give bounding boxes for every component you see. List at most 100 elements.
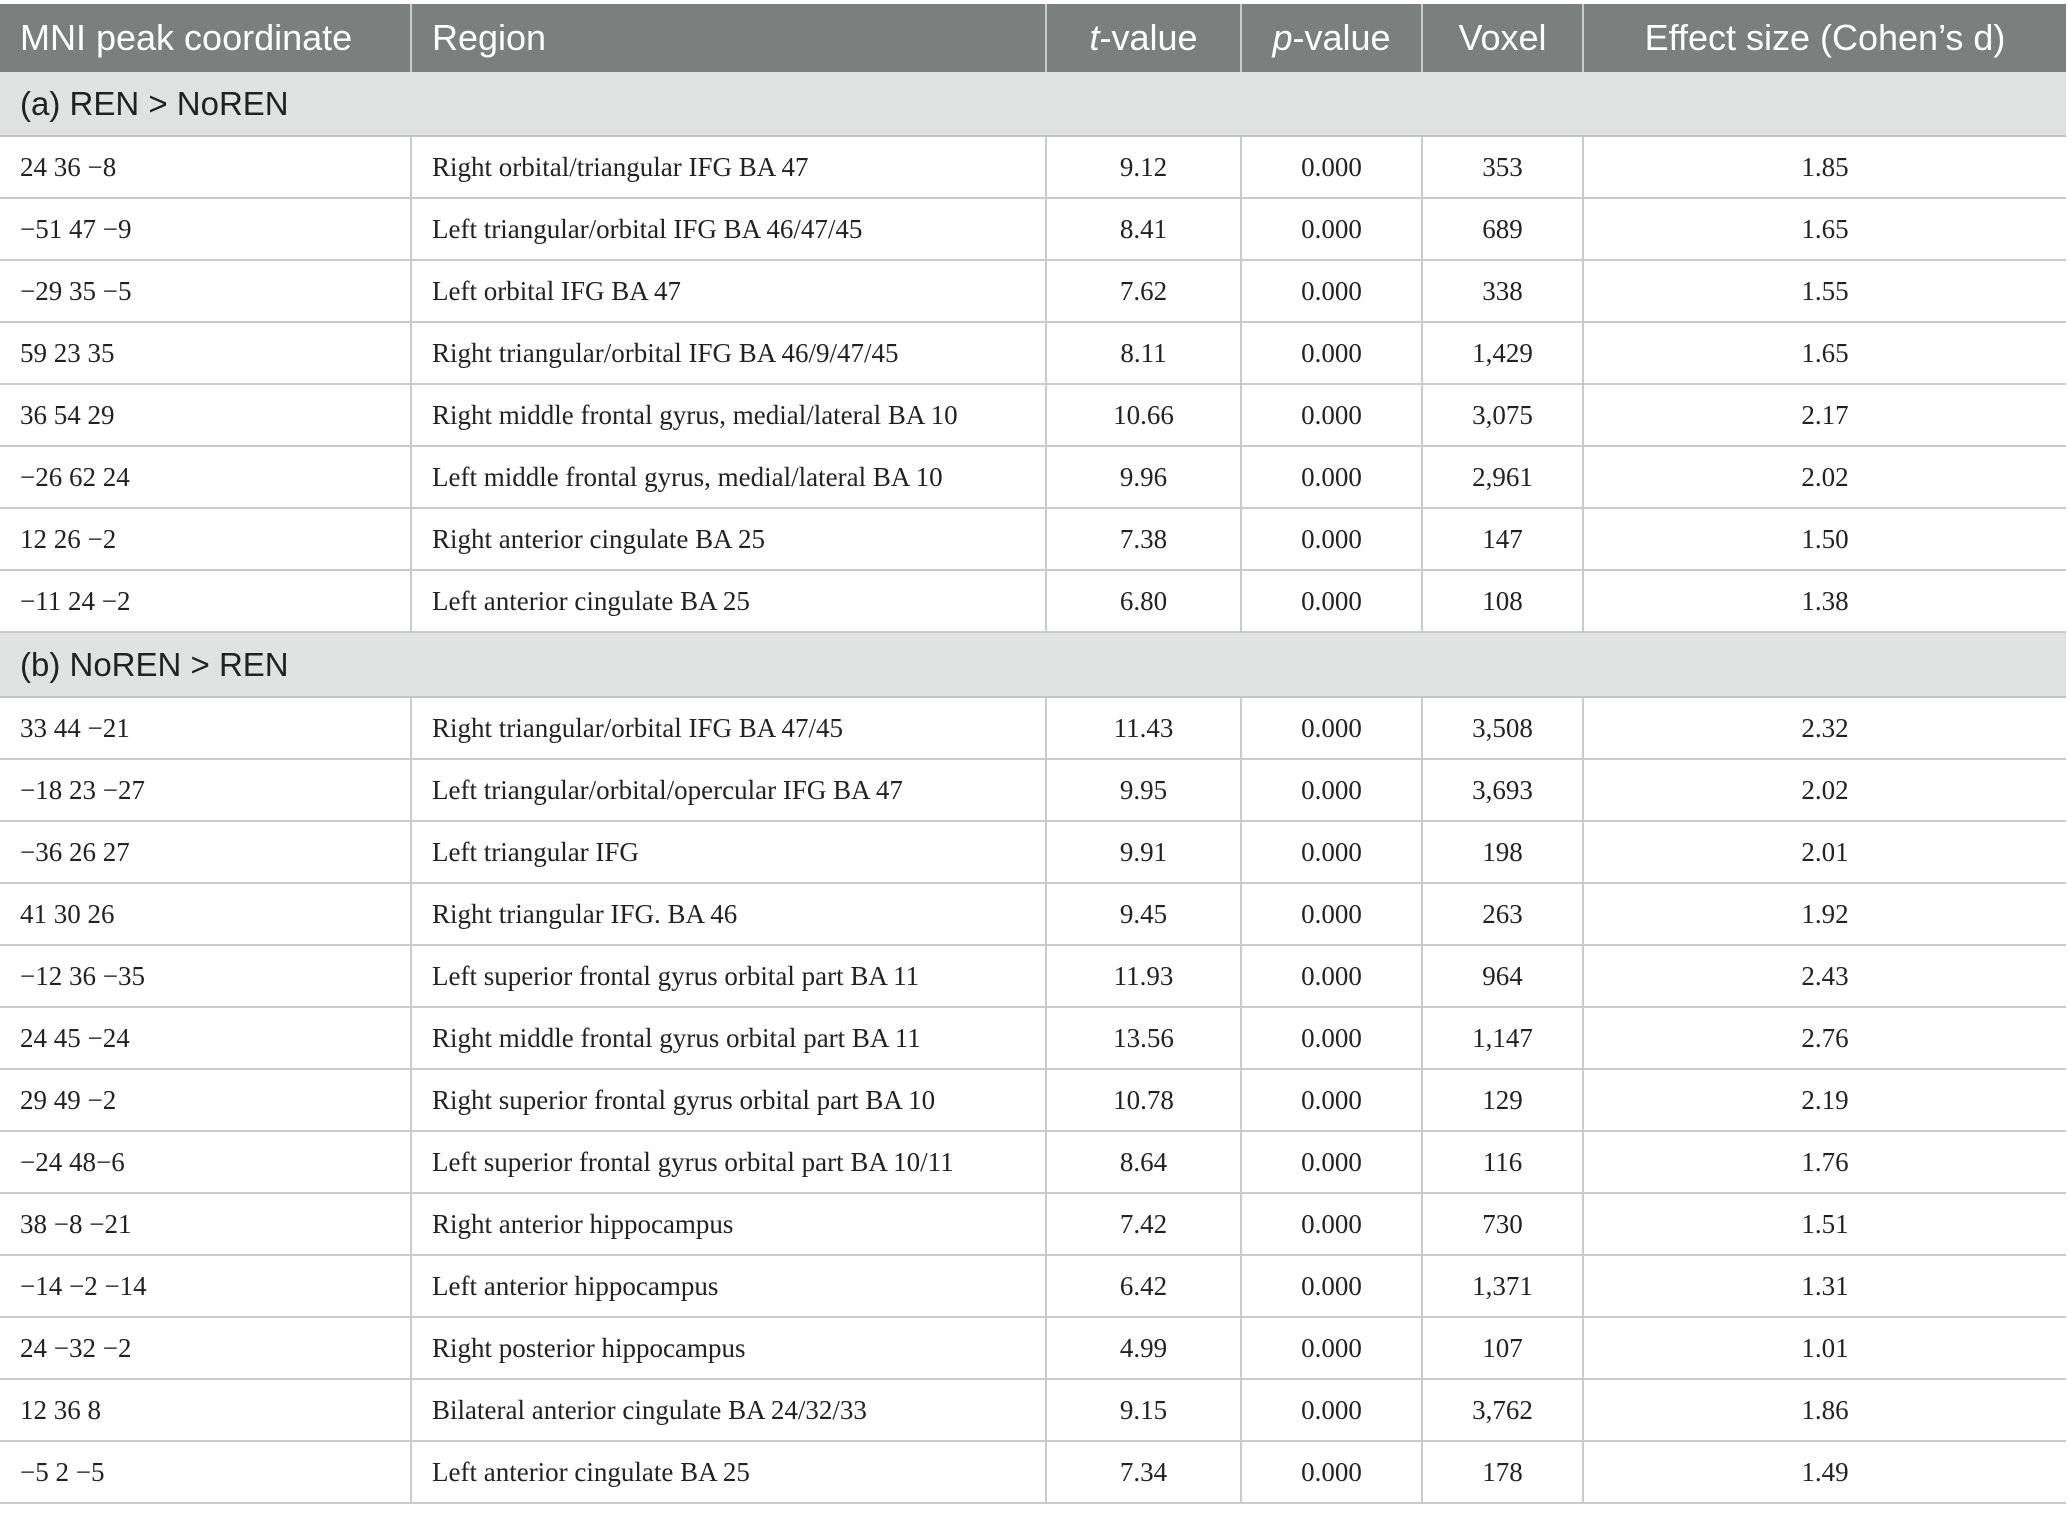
cell-region: Left anterior hippocampus <box>411 1255 1047 1318</box>
cell-t-value: 7.62 <box>1046 260 1242 323</box>
cell-p-value: 0.000 <box>1241 1379 1423 1442</box>
table-row: 36 54 29 Right middle frontal gyrus, medi… <box>0 384 2066 447</box>
cell-mni-coordinate: 24 45 −24 <box>0 1007 412 1070</box>
cell-t-value: 8.11 <box>1046 322 1242 385</box>
cell-voxel: 108 <box>1422 570 1584 633</box>
cell-region: Right triangular/orbital IFG BA 46/9/47/… <box>411 322 1047 385</box>
section-header-row: (b) NoREN > REN <box>0 632 2066 698</box>
table-row: 12 36 8 Bilateral anterior cingulate BA 2… <box>0 1379 2066 1442</box>
table-row: −29 35 −5 Left orbital IFG BA 47 7.62 0.000… <box>0 260 2066 323</box>
table-row: −26 62 24 Left middle frontal gyrus, medi… <box>0 446 2066 509</box>
header-p-value: p-value <box>1241 4 1423 72</box>
cell-effect-size: 1.38 <box>1583 570 2066 633</box>
cell-p-value: 0.000 <box>1241 1255 1423 1318</box>
cell-t-value: 7.38 <box>1046 508 1242 571</box>
cell-p-value: 0.000 <box>1241 1441 1423 1504</box>
header-p-rest: -value <box>1292 17 1391 58</box>
header-row: MNI peak coordinate Region t-value p-val… <box>0 4 2066 72</box>
table-row: −5 2 −5 Left anterior cingulate BA 25 7.34… <box>0 1441 2066 1504</box>
header-region: Region <box>411 4 1047 72</box>
cell-region: Bilateral anterior cingulate BA 24/32/33 <box>411 1379 1047 1442</box>
cell-effect-size: 1.85 <box>1583 136 2066 199</box>
cell-t-value: 9.45 <box>1046 883 1242 946</box>
cell-region: Left orbital IFG BA 47 <box>411 260 1047 323</box>
table-row: 41 30 26 Right triangular IFG. BA 46 9.45 0… <box>0 883 2066 946</box>
cell-voxel: 689 <box>1422 198 1584 261</box>
cell-mni-coordinate: 36 54 29 <box>0 384 412 447</box>
cell-effect-size: 1.50 <box>1583 508 2066 571</box>
cell-p-value: 0.000 <box>1241 821 1423 884</box>
cell-voxel: 3,762 <box>1422 1379 1584 1442</box>
cell-mni-coordinate: 33 44 −21 <box>0 697 412 760</box>
table-row: 24 36 −8 Right orbital/triangular IFG BA … <box>0 136 2066 199</box>
cell-mni-coordinate: −51 47 −9 <box>0 198 412 261</box>
cell-p-value: 0.000 <box>1241 570 1423 633</box>
cell-mni-coordinate: 24 −32 −2 <box>0 1317 412 1380</box>
cell-effect-size: 1.51 <box>1583 1193 2066 1256</box>
cell-effect-size: 1.76 <box>1583 1131 2066 1194</box>
cell-region: Left superior frontal gyrus orbital part… <box>411 945 1047 1008</box>
cell-voxel: 1,429 <box>1422 322 1584 385</box>
cell-effect-size: 2.19 <box>1583 1069 2066 1132</box>
cell-t-value: 7.42 <box>1046 1193 1242 1256</box>
cell-region: Right anterior hippocampus <box>411 1193 1047 1256</box>
cell-mni-coordinate: −24 48−6 <box>0 1131 412 1194</box>
cell-t-value: 13.56 <box>1046 1007 1242 1070</box>
table-row: −14 −2 −14 Left anterior hippocampus 6.42 0… <box>0 1255 2066 1318</box>
cell-p-value: 0.000 <box>1241 446 1423 509</box>
cell-effect-size: 1.31 <box>1583 1255 2066 1318</box>
cell-mni-coordinate: −29 35 −5 <box>0 260 412 323</box>
cell-mni-coordinate: −11 24 −2 <box>0 570 412 633</box>
cell-mni-coordinate: −36 26 27 <box>0 821 412 884</box>
cell-p-value: 0.000 <box>1241 322 1423 385</box>
cell-t-value: 9.12 <box>1046 136 1242 199</box>
cell-t-value: 7.34 <box>1046 1441 1242 1504</box>
cell-t-value: 8.64 <box>1046 1131 1242 1194</box>
cell-region: Right anterior cingulate BA 25 <box>411 508 1047 571</box>
cell-t-value: 10.66 <box>1046 384 1242 447</box>
cell-region: Left superior frontal gyrus orbital part… <box>411 1131 1047 1194</box>
cell-voxel: 129 <box>1422 1069 1584 1132</box>
cell-p-value: 0.000 <box>1241 945 1423 1008</box>
table-row: 24 −32 −2 Right posterior hippocampus 4.99… <box>0 1317 2066 1380</box>
cell-voxel: 198 <box>1422 821 1584 884</box>
table-row: −36 26 27 Left triangular IFG 9.91 0.000 198… <box>0 821 2066 884</box>
cell-mni-coordinate: 59 23 35 <box>0 322 412 385</box>
cell-region: Left anterior cingulate BA 25 <box>411 570 1047 633</box>
cell-region: Right middle frontal gyrus orbital part … <box>411 1007 1047 1070</box>
cell-p-value: 0.000 <box>1241 1131 1423 1194</box>
cell-p-value: 0.000 <box>1241 1007 1423 1070</box>
cell-mni-coordinate: 24 36 −8 <box>0 136 412 199</box>
cell-effect-size: 1.65 <box>1583 198 2066 261</box>
cell-region: Right posterior hippocampus <box>411 1317 1047 1380</box>
cell-t-value: 11.93 <box>1046 945 1242 1008</box>
cell-t-value: 10.78 <box>1046 1069 1242 1132</box>
cell-p-value: 0.000 <box>1241 883 1423 946</box>
table-row: −24 48−6 Left superior frontal gyrus orbi… <box>0 1131 2066 1194</box>
section-title: (a) REN > NoREN <box>0 72 2066 137</box>
cell-voxel: 353 <box>1422 136 1584 199</box>
header-voxel: Voxel <box>1422 4 1584 72</box>
table-row: −51 47 −9 Left triangular/orbital IFG BA … <box>0 198 2066 261</box>
results-table: MNI peak coordinate Region t-value p-val… <box>0 4 2066 1504</box>
cell-t-value: 6.80 <box>1046 570 1242 633</box>
table-row: 29 49 −2 Right superior frontal gyrus orb… <box>0 1069 2066 1132</box>
cell-voxel: 1,371 <box>1422 1255 1584 1318</box>
cell-p-value: 0.000 <box>1241 136 1423 199</box>
cell-effect-size: 2.32 <box>1583 697 2066 760</box>
cell-region: Left triangular IFG <box>411 821 1047 884</box>
cell-p-value: 0.000 <box>1241 1069 1423 1132</box>
cell-effect-size: 2.02 <box>1583 759 2066 822</box>
cell-voxel: 116 <box>1422 1131 1584 1194</box>
cell-effect-size: 2.02 <box>1583 446 2066 509</box>
cell-mni-coordinate: 12 36 8 <box>0 1379 412 1442</box>
cell-mni-coordinate: −5 2 −5 <box>0 1441 412 1504</box>
cell-t-value: 9.96 <box>1046 446 1242 509</box>
section-title: (b) NoREN > REN <box>0 632 2066 698</box>
table-row: 33 44 −21 Right triangular/orbital IFG BA… <box>0 697 2066 760</box>
cell-p-value: 0.000 <box>1241 759 1423 822</box>
cell-effect-size: 1.55 <box>1583 260 2066 323</box>
cell-p-value: 0.000 <box>1241 384 1423 447</box>
cell-p-value: 0.000 <box>1241 697 1423 760</box>
cell-voxel: 263 <box>1422 883 1584 946</box>
